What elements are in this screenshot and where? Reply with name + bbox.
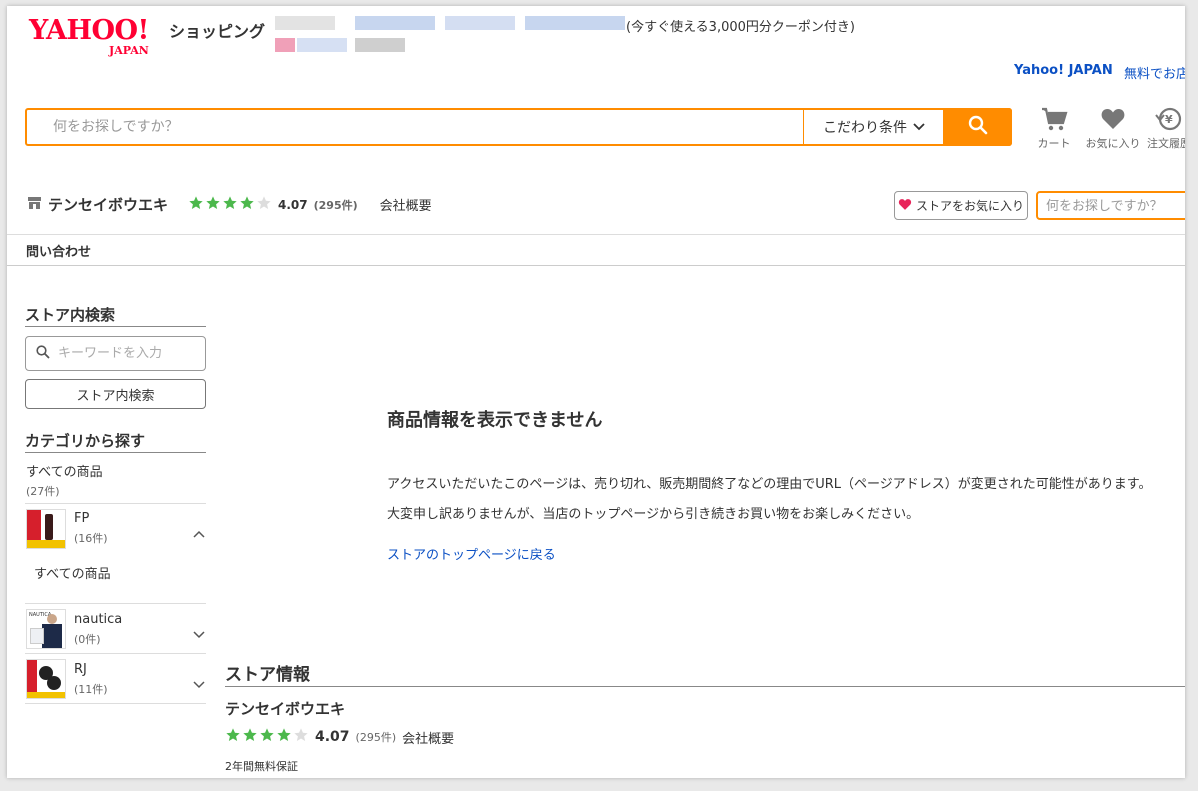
star-icon — [276, 727, 292, 747]
heart-icon — [1083, 106, 1143, 132]
divider — [7, 234, 1185, 235]
cart-label: カート — [1037, 137, 1071, 150]
search-icon — [36, 344, 50, 363]
favorites-label: お気に入り — [1085, 137, 1141, 150]
category-item-nautica[interactable]: nautica (0件) — [74, 612, 122, 647]
shopping-logo-text[interactable]: ショッピング — [169, 18, 265, 42]
chevron-down-icon — [913, 119, 925, 135]
store-info-rating: 4.07 (295件) 会社概要 — [225, 727, 454, 747]
star-icon — [242, 727, 258, 747]
logo-japan-text: JAPAN — [109, 44, 149, 57]
store-icon — [27, 196, 42, 214]
store-info-name[interactable]: テンセイボウエキ — [225, 698, 345, 719]
error-message-title: 商品情報を表示できません — [387, 410, 603, 431]
category-label: すべての商品 — [26, 465, 103, 480]
store-info-heading: ストア情報 — [225, 665, 310, 685]
store-header: テンセイボウエキ 4.07 (295件) 会社概要 — [27, 194, 432, 215]
cart-icon — [1031, 106, 1077, 132]
keyword-input[interactable] — [56, 345, 200, 362]
chevron-up-icon[interactable] — [193, 523, 205, 542]
contact-link[interactable]: 問い合わせ — [26, 241, 91, 260]
store-search-box — [1036, 191, 1185, 220]
category-count: (11件) — [74, 683, 108, 696]
free-store-link[interactable]: 無料でお店 — [1124, 63, 1185, 82]
category-count: (27件) — [26, 485, 60, 498]
star-icon — [239, 195, 255, 215]
main-search-bar: こだわり条件 — [25, 108, 1012, 146]
store-info-overview-link[interactable]: 会社概要 — [402, 728, 454, 747]
chevron-down-icon[interactable] — [193, 624, 205, 643]
store-rating-stars — [188, 195, 272, 215]
divider — [25, 653, 206, 654]
category-label: nautica — [74, 612, 123, 627]
divider — [25, 503, 206, 504]
divider — [25, 703, 206, 704]
star-icon — [225, 727, 241, 747]
store-search-heading: ストア内検索 — [25, 306, 116, 324]
order-history-link[interactable]: ¥ 注文履歴 — [1147, 106, 1185, 151]
main-search-input[interactable] — [27, 110, 803, 144]
category-item-fp[interactable]: FP (16件) — [74, 511, 108, 546]
favorites-link[interactable]: お気に入り — [1083, 106, 1143, 151]
store-review-count[interactable]: (295件) — [314, 197, 358, 213]
page: YAHOO! JAPAN ショッピング (今すぐ使える3,000円分クーポン付き… — [7, 6, 1185, 778]
category-all-products[interactable]: すべての商品 (27件) — [26, 461, 103, 499]
divider — [7, 265, 1185, 266]
category-thumbnail-nautica[interactable]: NAUTICA — [26, 609, 66, 649]
category-label: FP — [74, 511, 90, 526]
divider — [25, 326, 206, 327]
category-label: RJ — [74, 662, 87, 677]
search-icon — [968, 115, 988, 139]
coupon-text: (今すぐ使える3,000円分クーポン付き) — [626, 20, 855, 35]
star-icon — [259, 727, 275, 747]
logo-yahoo-text: YAHOO! — [29, 15, 149, 46]
star-icon — [256, 195, 272, 215]
store-info-review-count[interactable]: (295件) — [356, 729, 397, 745]
error-message-line-1: アクセスいただいたこのページは、売り切れ、販売期間終了などの理由でURL（ページ… — [387, 477, 1152, 492]
store-info-rating-value: 4.07 — [315, 729, 350, 745]
divider — [25, 603, 206, 604]
category-count: (0件) — [74, 633, 101, 646]
star-icon — [205, 195, 221, 215]
orders-label: 注文履歴 — [1147, 137, 1185, 150]
store-rating-value: 4.07 — [278, 197, 308, 212]
order-history-icon: ¥ — [1147, 106, 1185, 132]
error-message-line-2: 大変申し訳ありませんが、当店のトップページから引き続きお買い物をお楽しみください… — [387, 507, 920, 522]
svg-text:¥: ¥ — [1165, 113, 1173, 126]
search-button[interactable] — [943, 108, 1012, 146]
store-favorite-label: ストアをお気に入り — [915, 199, 1024, 213]
store-search-input[interactable] — [1038, 193, 1185, 220]
category-thumbnail-rj[interactable] — [26, 659, 66, 699]
yahoo-logo[interactable]: YAHOO! JAPAN — [29, 12, 165, 58]
filter-dropdown[interactable]: こだわり条件 — [803, 110, 944, 144]
keyword-search-box — [25, 336, 206, 371]
chevron-down-icon[interactable] — [193, 674, 205, 693]
star-icon — [188, 195, 204, 215]
category-heading: カテゴリから探す — [25, 432, 146, 450]
store-favorite-button[interactable]: ストアをお気に入り — [894, 191, 1028, 220]
store-name[interactable]: テンセイボウエキ — [48, 194, 168, 215]
warranty-text: 2年間無料保証 — [225, 760, 298, 773]
yahoo-japan-link[interactable]: Yahoo! JAPAN — [1014, 63, 1113, 78]
cart-link[interactable]: カート — [1031, 106, 1077, 151]
filter-label: こだわり条件 — [823, 120, 907, 136]
store-search-button[interactable]: ストア内検索 — [25, 379, 206, 409]
subcategory-all-products[interactable]: すべての商品 — [34, 563, 111, 582]
company-overview-link[interactable]: 会社概要 — [380, 195, 432, 214]
divider — [225, 686, 1185, 687]
star-icon — [222, 195, 238, 215]
store-top-link[interactable]: ストアのトップページに戻る — [387, 544, 556, 563]
category-thumbnail-fp[interactable] — [26, 509, 66, 549]
divider — [25, 452, 206, 453]
blurred-promo-text — [275, 16, 625, 56]
category-item-rj[interactable]: RJ (11件) — [74, 662, 108, 697]
category-count: (16件) — [74, 532, 108, 545]
heart-icon — [898, 198, 912, 214]
store-info-rating-stars — [225, 727, 309, 747]
star-icon — [293, 727, 309, 747]
